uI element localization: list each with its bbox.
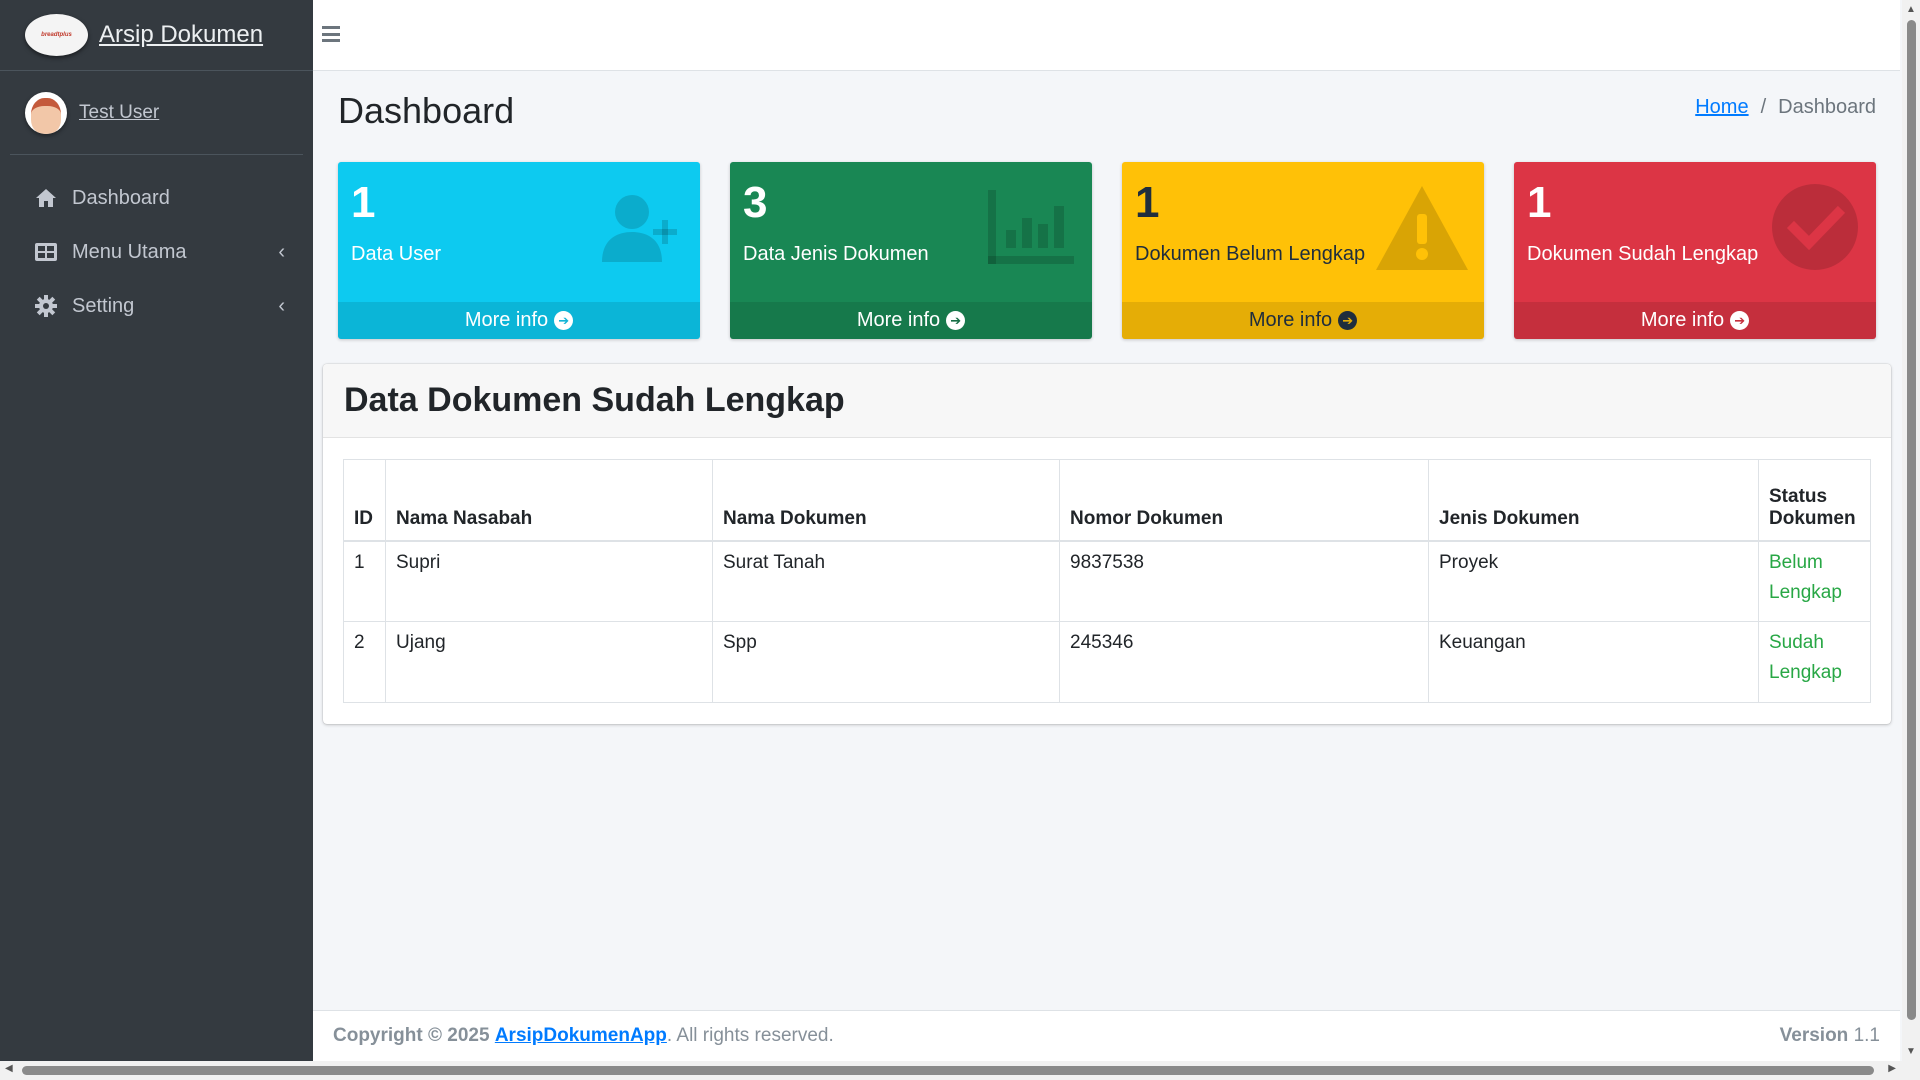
stat-box-data-jenis-dokumen: 3 Data Jenis Dokumen More info ➔ <box>730 162 1092 339</box>
brand-link[interactable]: breadtplus Arsip Dokumen <box>0 0 313 71</box>
column-header-jenis-dokumen: Jenis Dokumen <box>1428 459 1759 542</box>
column-header-id: ID <box>343 459 386 542</box>
stat-label: Dokumen Belum Lengkap <box>1135 243 1366 265</box>
scroll-right-icon[interactable]: ▶ <box>1888 1063 1896 1074</box>
arrow-circle-right-icon: ➔ <box>1730 311 1750 330</box>
warning-icon <box>1376 186 1468 270</box>
arrow-circle-right-icon: ➔ <box>1338 311 1358 330</box>
horizontal-scroll-thumb[interactable] <box>22 1066 1874 1075</box>
stat-value: 3 <box>743 178 768 227</box>
copyright-prefix: Copyright © 2025 <box>333 1025 490 1046</box>
copyright-suffix: . All rights reserved. <box>666 1025 834 1046</box>
column-header-nama-nasabah: Nama Nasabah <box>385 459 713 542</box>
arrow-circle-right-icon: ➔ <box>554 311 574 330</box>
stat-label: Data Jenis Dokumen <box>743 243 929 265</box>
home-icon <box>34 186 58 210</box>
stat-box-dokumen-sudah-lengkap: 1 Dokumen Sudah Lengkap More info ➔ <box>1514 162 1876 339</box>
stat-box-dokumen-belum-lengkap: 1 Dokumen Belum Lengkap More info ➔ <box>1122 162 1484 339</box>
more-info-link[interactable]: More info ➔ <box>1514 302 1876 339</box>
table-header-row: ID Nama Nasabah Nama Dokumen Nomor Dokum… <box>343 459 1871 542</box>
table-row: 1 Supri Surat Tanah 9837538 Proyek Belum… <box>343 540 1871 622</box>
cell-nama-dokumen: Spp <box>712 621 1060 703</box>
cell-id: 1 <box>343 540 386 622</box>
breadcrumb-home-link[interactable]: Home <box>1695 96 1748 119</box>
page-title: Dashboard <box>338 90 515 131</box>
avatar <box>25 91 67 134</box>
stat-label: Dokumen Sudah Lengkap <box>1527 243 1759 265</box>
more-info-label: More info <box>1640 309 1725 331</box>
chevron-left-icon: ‹ <box>278 240 285 263</box>
gear-icon <box>34 294 58 318</box>
brand-title[interactable]: Arsip Dokumen <box>99 21 263 49</box>
hamburger-menu-icon[interactable] <box>322 26 340 42</box>
scroll-down-icon[interactable]: ▼ <box>1906 1046 1916 1057</box>
version-number: 1.1 <box>1853 1025 1880 1046</box>
breadcrumb-separator: / <box>1760 96 1767 118</box>
check-circle-icon <box>1772 184 1858 270</box>
user-name-link[interactable]: Test User <box>79 102 159 124</box>
cell-nama-dokumen: Surat Tanah <box>712 540 1060 622</box>
column-header-nomor-dokumen: Nomor Dokumen <box>1059 459 1429 542</box>
card-header: Data Dokumen Sudah Lengkap <box>323 364 1891 438</box>
bar-chart-icon <box>988 190 1074 264</box>
sidebar-item-dashboard[interactable]: Dashboard <box>0 171 313 225</box>
more-info-label: More info <box>856 309 941 331</box>
more-info-link[interactable]: More info ➔ <box>730 302 1092 339</box>
cell-jenis-dokumen: Keuangan <box>1428 621 1759 703</box>
vertical-scroll-thumb[interactable] <box>1907 20 1916 1020</box>
horizontal-scrollbar[interactable]: ◀ ▶ <box>0 1061 1920 1080</box>
stat-label: Data User <box>351 243 442 265</box>
scroll-left-icon[interactable]: ◀ <box>5 1063 13 1074</box>
arrow-circle-right-icon: ➔ <box>946 311 966 330</box>
more-info-link[interactable]: More info ➔ <box>338 302 700 339</box>
scroll-up-icon[interactable]: ▲ <box>1906 4 1916 15</box>
more-info-label: More info <box>1248 309 1333 331</box>
breadcrumb: Home / Dashboard <box>1695 96 1876 119</box>
version-label: Version <box>1779 1025 1849 1046</box>
cell-status-dokumen: Belum Lengkap <box>1758 540 1871 622</box>
cell-nama-nasabah: Supri <box>385 540 713 622</box>
top-navbar <box>313 0 1900 71</box>
chevron-left-icon: ‹ <box>278 294 285 317</box>
app-link[interactable]: ArsipDokumenApp <box>495 1025 667 1046</box>
sidebar-item-label: Menu Utama <box>72 240 187 263</box>
sidebar-item-label: Dashboard <box>72 186 170 209</box>
table-icon <box>34 240 58 264</box>
user-plus-icon <box>602 195 677 262</box>
sidebar: breadtplus Arsip Dokumen Test User Dashb… <box>0 0 313 1061</box>
sidebar-nav: Dashboard Menu Utama ‹ Setting ‹ <box>0 171 313 333</box>
cell-id: 2 <box>343 621 386 703</box>
cell-jenis-dokumen: Proyek <box>1428 540 1759 622</box>
stat-value: 1 <box>1527 178 1552 227</box>
vertical-scrollbar[interactable]: ▲ ▼ <box>1902 0 1920 1061</box>
documents-card: Data Dokumen Sudah Lengkap ID Nama Nasab… <box>323 364 1891 724</box>
documents-table: ID Nama Nasabah Nama Dokumen Nomor Dokum… <box>343 459 1871 703</box>
stat-value: 1 <box>1135 178 1160 227</box>
cell-nama-nasabah: Ujang <box>385 621 713 703</box>
cell-status-dokumen: Sudah Lengkap <box>1758 621 1871 703</box>
column-header-status-dokumen: Status Dokumen <box>1758 459 1871 542</box>
main-footer: Copyright © 2025 ArsipDokumenApp. All ri… <box>313 1010 1900 1061</box>
sidebar-item-label: Setting <box>72 294 135 317</box>
brand-logo: breadtplus <box>25 14 88 56</box>
stat-value: 1 <box>351 178 376 227</box>
sidebar-item-setting[interactable]: Setting ‹ <box>0 279 313 333</box>
more-info-link[interactable]: More info ➔ <box>1122 302 1484 339</box>
breadcrumb-current: Dashboard <box>1778 96 1876 118</box>
brand-logo-text: breadtplus <box>41 32 72 38</box>
user-panel: Test User <box>10 71 303 155</box>
version-info: Version 1.1 <box>1780 1025 1880 1047</box>
table-row: 2 Ujang Spp 245346 Keuangan Sudah Lengka… <box>343 621 1871 703</box>
more-info-label: More info <box>464 309 549 331</box>
stat-boxes: 1 Data User More info ➔ 3 Data Jenis Dok… <box>338 162 1876 339</box>
content-header: Dashboard <box>338 90 514 132</box>
cell-nomor-dokumen: 9837538 <box>1059 540 1429 622</box>
stat-box-data-user: 1 Data User More info ➔ <box>338 162 700 339</box>
cell-nomor-dokumen: 245346 <box>1059 621 1429 703</box>
copyright: Copyright © 2025 ArsipDokumenApp. All ri… <box>333 1025 834 1047</box>
column-header-nama-dokumen: Nama Dokumen <box>712 459 1060 542</box>
card-title: Data Dokumen Sudah Lengkap <box>344 381 845 419</box>
sidebar-item-menu-utama[interactable]: Menu Utama ‹ <box>0 225 313 279</box>
card-body: ID Nama Nasabah Nama Dokumen Nomor Dokum… <box>323 438 1891 724</box>
